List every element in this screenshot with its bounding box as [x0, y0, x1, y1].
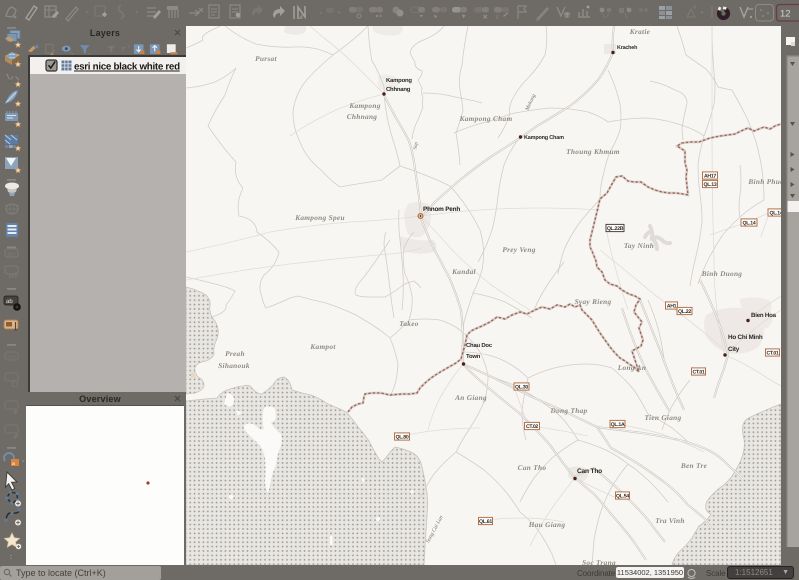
svg-text:Preah: Preah: [225, 349, 245, 358]
svg-text:Sihanouk: Sihanouk: [218, 361, 250, 370]
svg-text:Kampong Cham: Kampong Cham: [459, 114, 513, 123]
svg-text:ab: ab: [6, 298, 13, 305]
svg-text:Tien Giang: Tien Giang: [645, 413, 682, 422]
svg-text:Binh Duong: Binh Duong: [701, 269, 743, 278]
svg-text:Thoung Khmum: Thoung Khmum: [566, 147, 620, 156]
svg-text:Takeo: Takeo: [399, 319, 419, 328]
svg-text:QL.14: QL.14: [770, 211, 781, 217]
svg-text:An Giang: An Giang: [454, 393, 487, 402]
svg-text:Kampong: Kampong: [348, 101, 380, 110]
svg-text:Kampot: Kampot: [309, 342, 336, 351]
svg-text:Hau Giang: Hau Giang: [528, 520, 566, 529]
svg-text:Kracheh: Kracheh: [617, 45, 637, 51]
svg-text:Phnom Penh: Phnom Penh: [423, 206, 460, 213]
svg-text:QL.13: QL.13: [704, 182, 717, 188]
svg-text:QL.61: QL.61: [479, 519, 492, 525]
svg-text:Kampong Speu: Kampong Speu: [294, 213, 345, 222]
svg-text:Kampong: Kampong: [386, 77, 412, 84]
svg-text:Pursat: Pursat: [255, 54, 277, 63]
svg-text:Can Tho: Can Tho: [518, 463, 547, 472]
svg-text:Svay Rieng: Svay Rieng: [575, 297, 612, 306]
svg-text:Town: Town: [466, 353, 481, 360]
svg-text:City: City: [728, 346, 740, 353]
svg-text:QL.80: QL.80: [396, 435, 409, 441]
svg-text:a: a: [12, 461, 15, 467]
svg-text:Prey Veng: Prey Veng: [502, 245, 535, 254]
svg-text:Kandal: Kandal: [451, 267, 476, 276]
svg-text:QL.22: QL.22: [678, 309, 691, 315]
svg-text:esri nice black white red: esri nice black white red: [74, 62, 180, 73]
svg-text:QL.14: QL.14: [743, 221, 756, 227]
svg-text:QL.1A: QL.1A: [611, 422, 625, 428]
svg-text:Can Tho: Can Tho: [577, 468, 602, 475]
svg-text:QL.22B: QL.22B: [607, 226, 624, 232]
svg-text:abc: abc: [7, 252, 16, 258]
svg-text:Bien Hoa: Bien Hoa: [751, 312, 777, 319]
svg-text:Long An: Long An: [617, 363, 646, 372]
svg-text:Kratie: Kratie: [629, 27, 651, 36]
svg-text:Soc Trang: Soc Trang: [582, 558, 616, 565]
svg-text:Dong Thap: Dong Thap: [550, 406, 588, 415]
svg-text:Ho Chi Minh: Ho Chi Minh: [728, 334, 763, 341]
svg-text:CT.02: CT.02: [526, 424, 538, 430]
svg-text:12: 12: [780, 9, 791, 20]
svg-text:Chau Doc: Chau Doc: [466, 342, 493, 349]
svg-text:Tra Vinh: Tra Vinh: [655, 516, 685, 525]
svg-text:AH1: AH1: [667, 304, 677, 310]
svg-text:QL.54: QL.54: [616, 494, 629, 500]
svg-text:abc: abc: [7, 355, 16, 361]
svg-text:AH17: AH17: [704, 174, 716, 180]
svg-text:Binh Phuoc: Binh Phuoc: [747, 177, 781, 186]
svg-text:Tay Ninh: Tay Ninh: [624, 241, 654, 250]
svg-text:CT.01: CT.01: [692, 370, 704, 376]
svg-text:Ben Tre: Ben Tre: [680, 461, 708, 470]
svg-text:CT.01: CT.01: [766, 351, 778, 357]
svg-text:Chhnang: Chhnang: [347, 112, 378, 121]
svg-text:Chhnang: Chhnang: [386, 86, 411, 93]
svg-text:QL.30: QL.30: [515, 385, 528, 391]
svg-text:Kampong Cham: Kampong Cham: [524, 135, 564, 141]
